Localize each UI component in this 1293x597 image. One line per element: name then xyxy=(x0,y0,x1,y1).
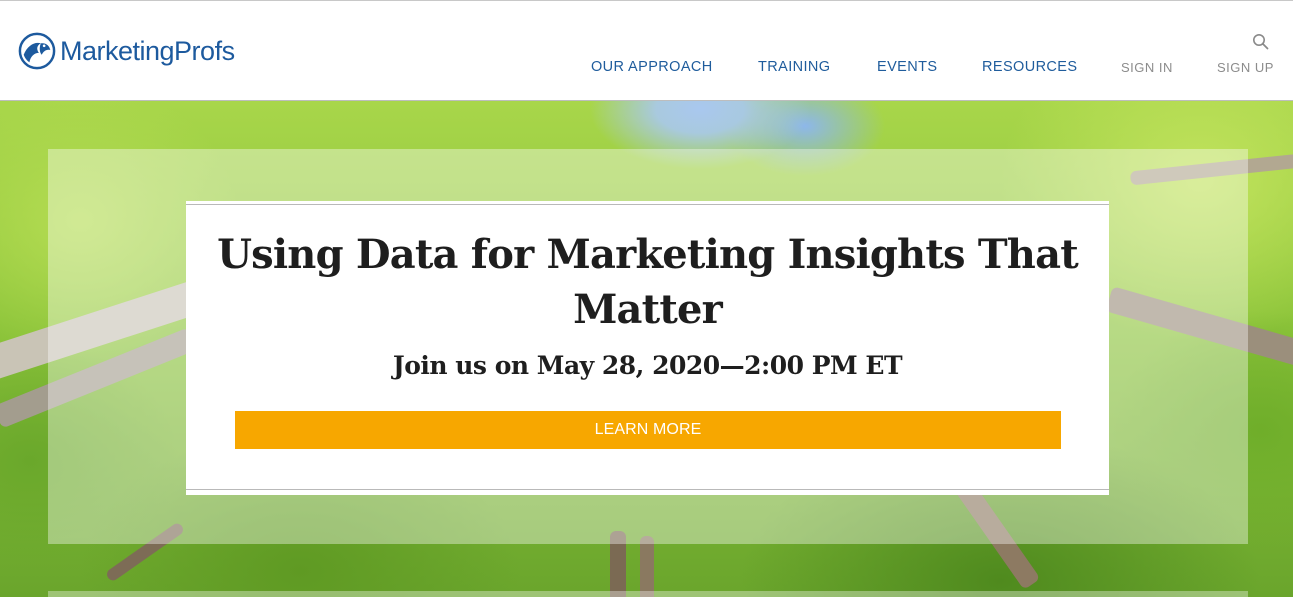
card-bottom-rule xyxy=(186,489,1109,490)
event-card: Using Data for Marketing Insights That M… xyxy=(186,201,1109,495)
nav-events[interactable]: EVENTS xyxy=(877,59,937,75)
globe-bird-logo-icon xyxy=(18,32,56,70)
nav-our-approach[interactable]: OUR APPROACH xyxy=(591,59,713,75)
learn-more-button[interactable]: LEARN MORE xyxy=(235,411,1061,449)
event-date: Join us on May 28, 2020—2:00 PM ET xyxy=(392,351,903,380)
nav-sign-up[interactable]: SIGN UP xyxy=(1217,60,1274,75)
hero-banner: Using Data for Marketing Insights That M… xyxy=(0,101,1293,597)
search-icon[interactable] xyxy=(1252,33,1269,50)
nav-training[interactable]: TRAINING xyxy=(758,59,830,75)
next-section-edge xyxy=(48,591,1248,597)
site-header: MarketingProfs OUR APPROACH TRAINING EVE… xyxy=(0,0,1293,101)
tree-trunk xyxy=(640,536,654,597)
nav-sign-in[interactable]: SIGN IN xyxy=(1121,60,1173,75)
card-top-rule xyxy=(186,204,1109,205)
event-title: Using Data for Marketing Insights That M… xyxy=(217,231,1079,333)
logo-wordmark: MarketingProfs xyxy=(60,35,235,66)
nav-resources[interactable]: RESOURCES xyxy=(982,59,1077,75)
marketingprofs-logo[interactable]: MarketingProfs xyxy=(18,31,235,71)
